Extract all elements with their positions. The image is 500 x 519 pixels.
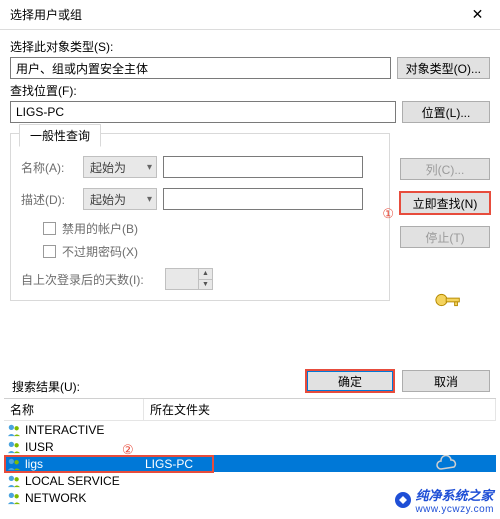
results-header: 名称 所在文件夹 <box>4 399 496 421</box>
disabled-accounts-row: 禁用的帐户(B) <box>43 220 379 237</box>
location-label: 查找位置(F): <box>10 82 490 99</box>
cancel-button[interactable]: 取消 <box>402 370 490 392</box>
title-bar: 选择用户或组 ✕ <box>0 0 500 30</box>
location-button[interactable]: 位置(L)... <box>402 101 490 123</box>
results-label: 搜索结果(U): <box>12 378 80 395</box>
disabled-accounts-checkbox[interactable] <box>43 222 56 235</box>
location-value: LIGS-PC <box>10 101 396 123</box>
col-folder-header[interactable]: 所在文件夹 <box>144 399 496 420</box>
list-item[interactable]: ligsLIGS-PC <box>4 455 496 472</box>
dialog-actions: 确定 取消 <box>306 370 490 392</box>
since-login-row: 自上次登录后的天数(I): ▲ ▼ <box>21 268 379 290</box>
stop-button[interactable]: 停止(T) <box>400 226 490 248</box>
close-button[interactable]: ✕ <box>455 0 500 30</box>
desc-row: 描述(D): 起始为 ▾ <box>21 188 379 210</box>
row-name: NETWORK <box>25 491 145 505</box>
watermark: 纯净系统之家 www.ycwzy.com <box>394 485 494 515</box>
list-item[interactable]: INTERACTIVE <box>4 421 496 438</box>
name-row: 名称(A): 起始为 ▾ <box>21 156 379 178</box>
name-input[interactable] <box>163 156 363 178</box>
since-login-label: 自上次登录后的天数(I): <box>21 271 157 288</box>
chevron-down-icon: ▾ <box>147 194 152 205</box>
noexpire-label: 不过期密码(X) <box>62 243 138 260</box>
list-item[interactable]: IUSR <box>4 438 496 455</box>
user-group-icon <box>6 440 22 454</box>
user-group-icon <box>6 423 22 437</box>
search-key-icon <box>434 290 464 310</box>
side-buttons: 列(C)... 立即查找(N) 停止(T) <box>400 158 490 248</box>
user-group-icon <box>6 457 22 471</box>
row-folder: LIGS-PC <box>145 457 193 471</box>
user-group-icon <box>6 491 22 505</box>
query-tab-panel: 一般性查询 名称(A): 起始为 ▾ 描述(D): 起始为 ▾ 禁用的帐户(B)… <box>10 133 390 301</box>
desc-input[interactable] <box>163 188 363 210</box>
name-label: 名称(A): <box>21 159 77 176</box>
noexpire-checkbox[interactable] <box>43 245 56 258</box>
spinner-icon: ▲ ▼ <box>198 269 212 289</box>
object-type-label: 选择此对象类型(S): <box>10 38 490 55</box>
desc-operator-select[interactable]: 起始为 ▾ <box>83 188 157 210</box>
object-type-section: 选择此对象类型(S): 用户、组或内置安全主体 对象类型(O)... <box>10 38 490 79</box>
row-name: LOCAL SERVICE <box>25 474 145 488</box>
annotation-one: ① <box>382 206 394 222</box>
object-type-value: 用户、组或内置安全主体 <box>10 57 391 79</box>
disabled-accounts-label: 禁用的帐户(B) <box>62 220 138 237</box>
row-name: ligs <box>25 457 145 471</box>
name-operator-select[interactable]: 起始为 ▾ <box>83 156 157 178</box>
chevron-down-icon: ▾ <box>147 162 152 173</box>
find-now-button[interactable]: 立即查找(N) <box>400 192 490 214</box>
cloud-icon <box>434 455 460 473</box>
since-login-stepper[interactable]: ▲ ▼ <box>165 268 213 290</box>
desc-label: 描述(D): <box>21 191 77 208</box>
ok-button[interactable]: 确定 <box>306 370 394 392</box>
noexpire-row: 不过期密码(X) <box>43 243 379 260</box>
logo-icon <box>394 491 412 509</box>
columns-button[interactable]: 列(C)... <box>400 158 490 180</box>
annotation-two: ② <box>122 442 134 458</box>
location-section: 查找位置(F): LIGS-PC 位置(L)... <box>10 82 490 123</box>
tab-general-query[interactable]: 一般性查询 <box>19 124 101 147</box>
close-icon: ✕ <box>472 6 484 23</box>
object-type-button[interactable]: 对象类型(O)... <box>397 57 490 79</box>
chevron-down-icon[interactable]: ▼ <box>198 280 212 290</box>
row-name: INTERACTIVE <box>25 423 145 437</box>
window-title: 选择用户或组 <box>10 6 82 23</box>
user-group-icon <box>6 474 22 488</box>
col-name-header[interactable]: 名称 <box>4 399 144 420</box>
chevron-up-icon[interactable]: ▲ <box>198 269 212 280</box>
